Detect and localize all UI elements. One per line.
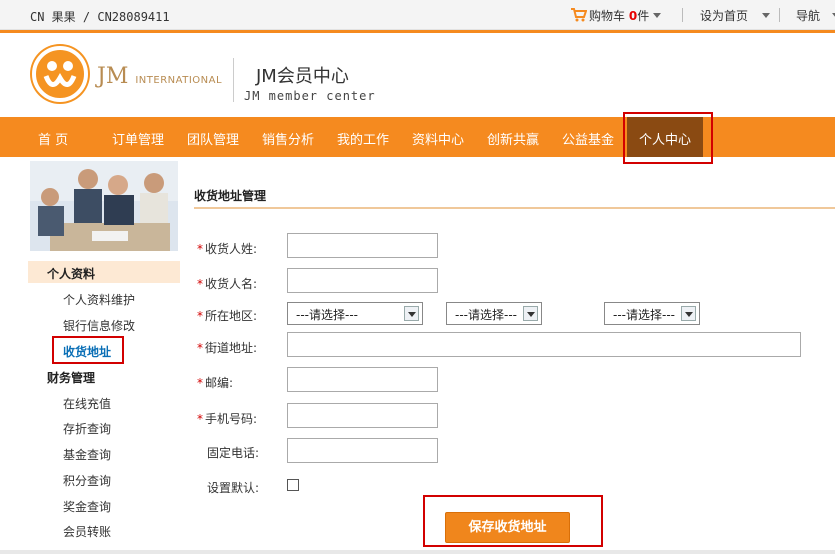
mobile-label: * 手机号码: [197,412,258,426]
divider [194,207,835,209]
nav-item-sales[interactable]: 销售分析 [262,129,314,148]
page-subtitle: JM member center [244,89,376,103]
nav-item-charity[interactable]: 公益基金 [562,129,614,148]
nav-item-orders[interactable]: 订单管理 [112,129,164,148]
top-bar: CN 果果 / CN28089411 购物车 0件 设为首页 导航 [0,0,835,30]
sidebar-item-recharge[interactable]: 在线充值 [63,395,111,412]
surname-input[interactable] [287,233,438,258]
divider [779,8,780,22]
province-select[interactable]: ---请选择--- [287,302,423,325]
bottom-border [0,550,835,554]
default-checkbox[interactable] [287,479,299,491]
name-input[interactable] [287,268,438,293]
district-select[interactable]: ---请选择--- [604,302,700,325]
logo-icon [30,44,90,104]
nav-item-work[interactable]: 我的工作 [337,129,389,148]
zip-label: * 邮编: [197,376,234,390]
team-photo [30,161,178,251]
user-id: CN 果果 / CN28089411 [30,10,170,24]
surname-label: * 收货人姓: [197,242,258,256]
sidebar-section-finance: 财务管理 [47,371,96,385]
cart-unit: 件 [637,9,650,23]
page-title: JM会员中心 [256,66,349,87]
mobile-input[interactable] [287,403,438,428]
accent-line [0,30,835,33]
required-icon: * [197,376,203,390]
cart-label: 购物车 [589,9,626,23]
required-icon: * [197,277,203,291]
required-icon: * [197,242,203,256]
dropdown-arrow-icon [523,306,538,321]
chevron-down-icon [762,13,771,18]
divider [682,8,683,22]
sidebar-item-passbook[interactable]: 存折查询 [63,420,111,437]
form-title: 收货地址管理 [194,189,267,203]
cart-icon [571,8,587,22]
required-icon: * [197,341,203,355]
chevron-down-icon [653,13,662,18]
required-icon: * [197,412,203,426]
sidebar-item-profile[interactable]: 个人资料维护 [63,291,135,308]
sidebar-item-fund[interactable]: 基金查询 [63,446,111,463]
nav-item-home[interactable]: 首 页 [38,129,68,148]
cart-count: 0 [628,9,638,23]
nav-item-innovation[interactable]: 创新共赢 [487,129,539,148]
street-label: * 街道地址: [197,341,258,355]
highlight-box [423,495,603,547]
sidebar-item-bonus[interactable]: 奖金查询 [63,498,111,515]
dropdown-arrow-icon [681,306,696,321]
phone-label: 固定电话: [207,446,260,460]
city-select[interactable]: ---请选择--- [446,302,542,325]
sidebar-section-personal: 个人资料 [47,267,96,281]
sidebar-item-transfer[interactable]: 会员转账 [63,523,111,540]
nav-item-team[interactable]: 团队管理 [187,129,239,148]
highlight-box [623,112,713,164]
sidebar-item-points[interactable]: 积分查询 [63,472,111,489]
highlight-box [52,336,124,364]
phone-input[interactable] [287,438,438,463]
logo-text: JM INTERNATIONAL [97,64,223,89]
sidebar-item-bank[interactable]: 银行信息修改 [63,317,135,334]
street-input[interactable] [287,332,801,357]
default-label: 设置默认: [207,481,260,495]
required-icon: * [197,309,203,323]
cart-link[interactable]: 购物车 0件 [571,7,662,24]
name-label: * 收货人名: [197,277,258,291]
zip-input[interactable] [287,367,438,392]
set-home-link[interactable]: 设为首页 [700,7,771,24]
nav-menu-link[interactable]: 导航 [796,7,835,24]
nav-item-resources[interactable]: 资料中心 [412,129,464,148]
divider [233,58,234,102]
region-label: * 所在地区: [197,309,258,323]
dropdown-arrow-icon [404,306,419,321]
